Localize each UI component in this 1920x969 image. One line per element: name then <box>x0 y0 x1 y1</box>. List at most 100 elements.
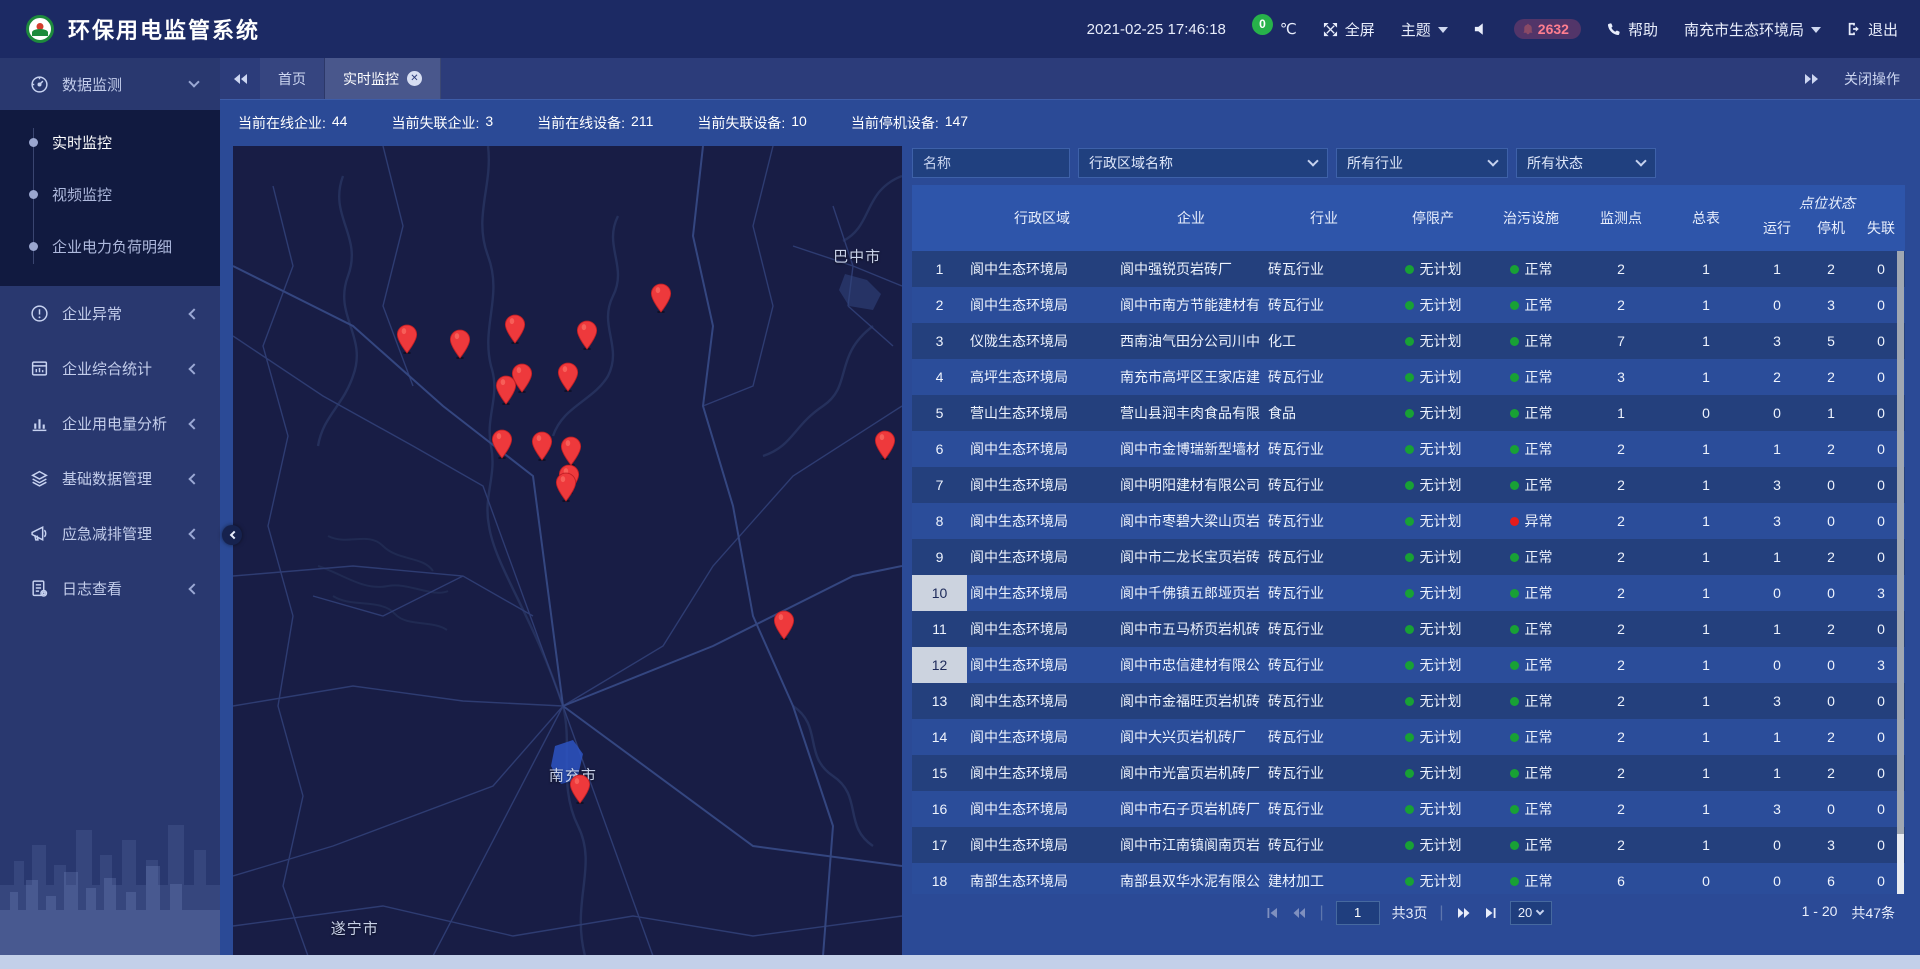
sidebar-subitem[interactable]: 实时监控 <box>0 116 220 168</box>
industry-select[interactable]: 所有行业 <box>1336 148 1508 178</box>
map-pin-icon[interactable] <box>774 610 795 645</box>
scrollbar-thumb[interactable] <box>1897 251 1904 834</box>
table-row[interactable]: 1 阆中生态环境局 阆中强锐页岩砖厂 砖瓦行业 无计划 <box>912 251 1905 287</box>
table-row[interactable]: 9 阆中生态环境局 阆中市二龙长宝页岩砖 砖瓦行业 无计划 <box>912 539 1905 575</box>
table-row[interactable]: 10 阆中生态环境局 阆中千佛镇五郎垭页岩 砖瓦行业 无计划 <box>912 575 1905 611</box>
tabs-scroll-left-button[interactable] <box>220 58 260 99</box>
name-search-input[interactable] <box>912 148 1070 178</box>
app-logo-icon <box>26 15 54 43</box>
sidebar-item-base-data[interactable]: 基础数据管理 <box>0 451 220 506</box>
sidebar-submenu: 实时监控 视频监控 企业电力负荷明细 <box>0 110 220 286</box>
table-row[interactable]: 3 仪陇生态环境局 西南油气田分公司川中 化工 无计划 <box>912 323 1905 359</box>
plan-status-cell: 无计划 <box>1383 439 1483 459</box>
status-dot-icon <box>1510 877 1519 886</box>
plan-status-cell: 无计划 <box>1383 295 1483 315</box>
plan-status-cell: 无计划 <box>1383 871 1483 891</box>
company-cell: 阆中市石子页岩机砖厂 <box>1117 799 1265 819</box>
table-row[interactable]: 14 阆中生态环境局 阆中大兴页岩机砖厂 砖瓦行业 无计划 <box>912 719 1905 755</box>
map-pin-icon[interactable] <box>512 363 533 398</box>
meters-cell: 1 <box>1663 549 1749 565</box>
row-number: 1 <box>912 251 967 287</box>
status-select[interactable]: 所有状态 <box>1516 148 1656 178</box>
status-dot-icon <box>1405 301 1414 310</box>
table-row[interactable]: 8 阆中生态环境局 阆中市枣碧大梁山页岩 砖瓦行业 无计划 <box>912 503 1905 539</box>
prev-page-button[interactable] <box>1291 906 1307 920</box>
last-page-button[interactable] <box>1484 906 1498 920</box>
facility-status-cell: 正常 <box>1483 691 1579 711</box>
table-row[interactable]: 11 阆中生态环境局 阆中市五马桥页岩机砖 砖瓦行业 无计划 <box>912 611 1905 647</box>
map-pin-icon[interactable] <box>556 472 577 507</box>
table-scrollbar[interactable] <box>1897 251 1904 894</box>
table-row[interactable]: 2 阆中生态环境局 阆中市南方节能建材有 砖瓦行业 无计划 <box>912 287 1905 323</box>
sidebar-subitem[interactable]: 企业电力负荷明细 <box>0 220 220 272</box>
plan-status-cell: 无计划 <box>1383 655 1483 675</box>
table-row[interactable]: 17 阆中生态环境局 阆中市江南镇阆南页岩 砖瓦行业 无计划 <box>912 827 1905 863</box>
table-row[interactable]: 5 营山生态环境局 营山县润丰肉食品有限 食品 无计划 <box>912 395 1905 431</box>
sidebar-collapse-button[interactable] <box>222 525 242 545</box>
region-select[interactable]: 行政区域名称 <box>1078 148 1328 178</box>
sidebar-item-data-monitoring[interactable]: 数据监测 <box>0 58 220 110</box>
bar-chart-icon <box>30 414 49 433</box>
industry-cell: 砖瓦行业 <box>1265 259 1383 279</box>
meters-cell: 1 <box>1663 477 1749 493</box>
next-page-button[interactable] <box>1456 906 1472 920</box>
stat-item: 当前在线设备: 211 <box>537 113 653 133</box>
mute-button[interactable] <box>1474 22 1488 36</box>
sidebar-item-emergency[interactable]: 应急减排管理 <box>0 506 220 561</box>
sidebar-item-logs[interactable]: 日志查看 <box>0 561 220 616</box>
page-number-input[interactable] <box>1336 901 1380 925</box>
logout-button[interactable]: 退出 <box>1847 19 1898 40</box>
table-row[interactable]: 13 阆中生态环境局 阆中市金福旺页岩机砖 砖瓦行业 无计划 <box>912 683 1905 719</box>
map-pin-icon[interactable] <box>491 429 512 464</box>
status-dot-icon <box>1405 553 1414 562</box>
close-operations-button[interactable]: 关闭操作 <box>1844 69 1900 89</box>
tab-realtime-monitoring[interactable]: 实时监控 ✕ <box>325 58 441 99</box>
map-pin-icon[interactable] <box>570 774 591 809</box>
company-cell: 南充市高坪区王家店建 <box>1117 367 1265 387</box>
tabs-scroll-right-button[interactable] <box>1805 74 1818 84</box>
run-cell: 1 <box>1749 441 1805 457</box>
table-row[interactable]: 16 阆中生态环境局 阆中市石子页岩机砖厂 砖瓦行业 无计划 <box>912 791 1905 827</box>
sidebar-item-company-statistics[interactable]: 企业综合统计 <box>0 341 220 396</box>
map-pin-icon[interactable] <box>576 320 597 355</box>
tab-home[interactable]: 首页 <box>260 58 325 99</box>
page-size-select[interactable]: 20 <box>1510 901 1552 925</box>
table-row[interactable]: 18 南部生态环境局 南部县双华水泥有限公 建材加工 无计划 <box>912 863 1905 894</box>
stat-item: 当前停机设备: 147 <box>851 113 968 133</box>
points-cell: 6 <box>1579 873 1663 889</box>
map-pin-icon[interactable] <box>505 314 526 349</box>
table-row[interactable]: 12 阆中生态环境局 阆中市忠信建材有限公 砖瓦行业 无计划 <box>912 647 1905 683</box>
org-dropdown[interactable]: 南充市生态环境局 <box>1684 19 1821 40</box>
stats-window-icon <box>30 359 49 378</box>
theme-dropdown[interactable]: 主题 <box>1401 19 1448 40</box>
industry-cell: 砖瓦行业 <box>1265 475 1383 495</box>
row-number: 2 <box>912 287 967 323</box>
table-row[interactable]: 15 阆中生态环境局 阆中市光富页岩机砖厂 砖瓦行业 无计划 <box>912 755 1905 791</box>
company-cell: 阆中大兴页岩机砖厂 <box>1117 727 1265 747</box>
footer-strip <box>0 955 1920 969</box>
chevron-left-icon <box>188 363 199 374</box>
map-pin-icon[interactable] <box>532 431 553 466</box>
col-group-point-status: 点位状态 <box>1749 193 1905 215</box>
map-pin-icon[interactable] <box>396 324 417 359</box>
table-row[interactable]: 6 阆中生态环境局 阆中市金博瑞新型墙材 砖瓦行业 无计划 <box>912 431 1905 467</box>
help-button[interactable]: 帮助 <box>1607 19 1658 40</box>
status-dot-icon <box>1405 805 1414 814</box>
table-row[interactable]: 7 阆中生态环境局 阆中明阳建材有限公司 砖瓦行业 无计划 <box>912 467 1905 503</box>
map-pin-icon[interactable] <box>875 430 896 465</box>
sidebar-subitem[interactable]: 视频监控 <box>0 168 220 220</box>
notification-badge[interactable]: 2632 <box>1514 19 1581 39</box>
map-pin-icon[interactable] <box>651 283 672 318</box>
chevron-down-icon <box>1811 27 1821 33</box>
map-pin-icon[interactable] <box>558 362 579 397</box>
sidebar-item-power-analysis[interactable]: 企业用电量分析 <box>0 396 220 451</box>
sidebar-item-company-abnormal[interactable]: 企业异常 <box>0 286 220 341</box>
close-icon[interactable]: ✕ <box>407 71 422 86</box>
table-row[interactable]: 4 高坪生态环境局 南充市高坪区王家店建 砖瓦行业 无计划 <box>912 359 1905 395</box>
points-cell: 3 <box>1579 369 1663 385</box>
fullscreen-button[interactable]: 全屏 <box>1323 19 1375 40</box>
first-page-button[interactable] <box>1265 906 1279 920</box>
map-pin-icon[interactable] <box>449 329 470 364</box>
status-dot-icon <box>1510 373 1519 382</box>
map-canvas[interactable]: 巴中市 南充市 遂宁市 <box>233 146 902 955</box>
